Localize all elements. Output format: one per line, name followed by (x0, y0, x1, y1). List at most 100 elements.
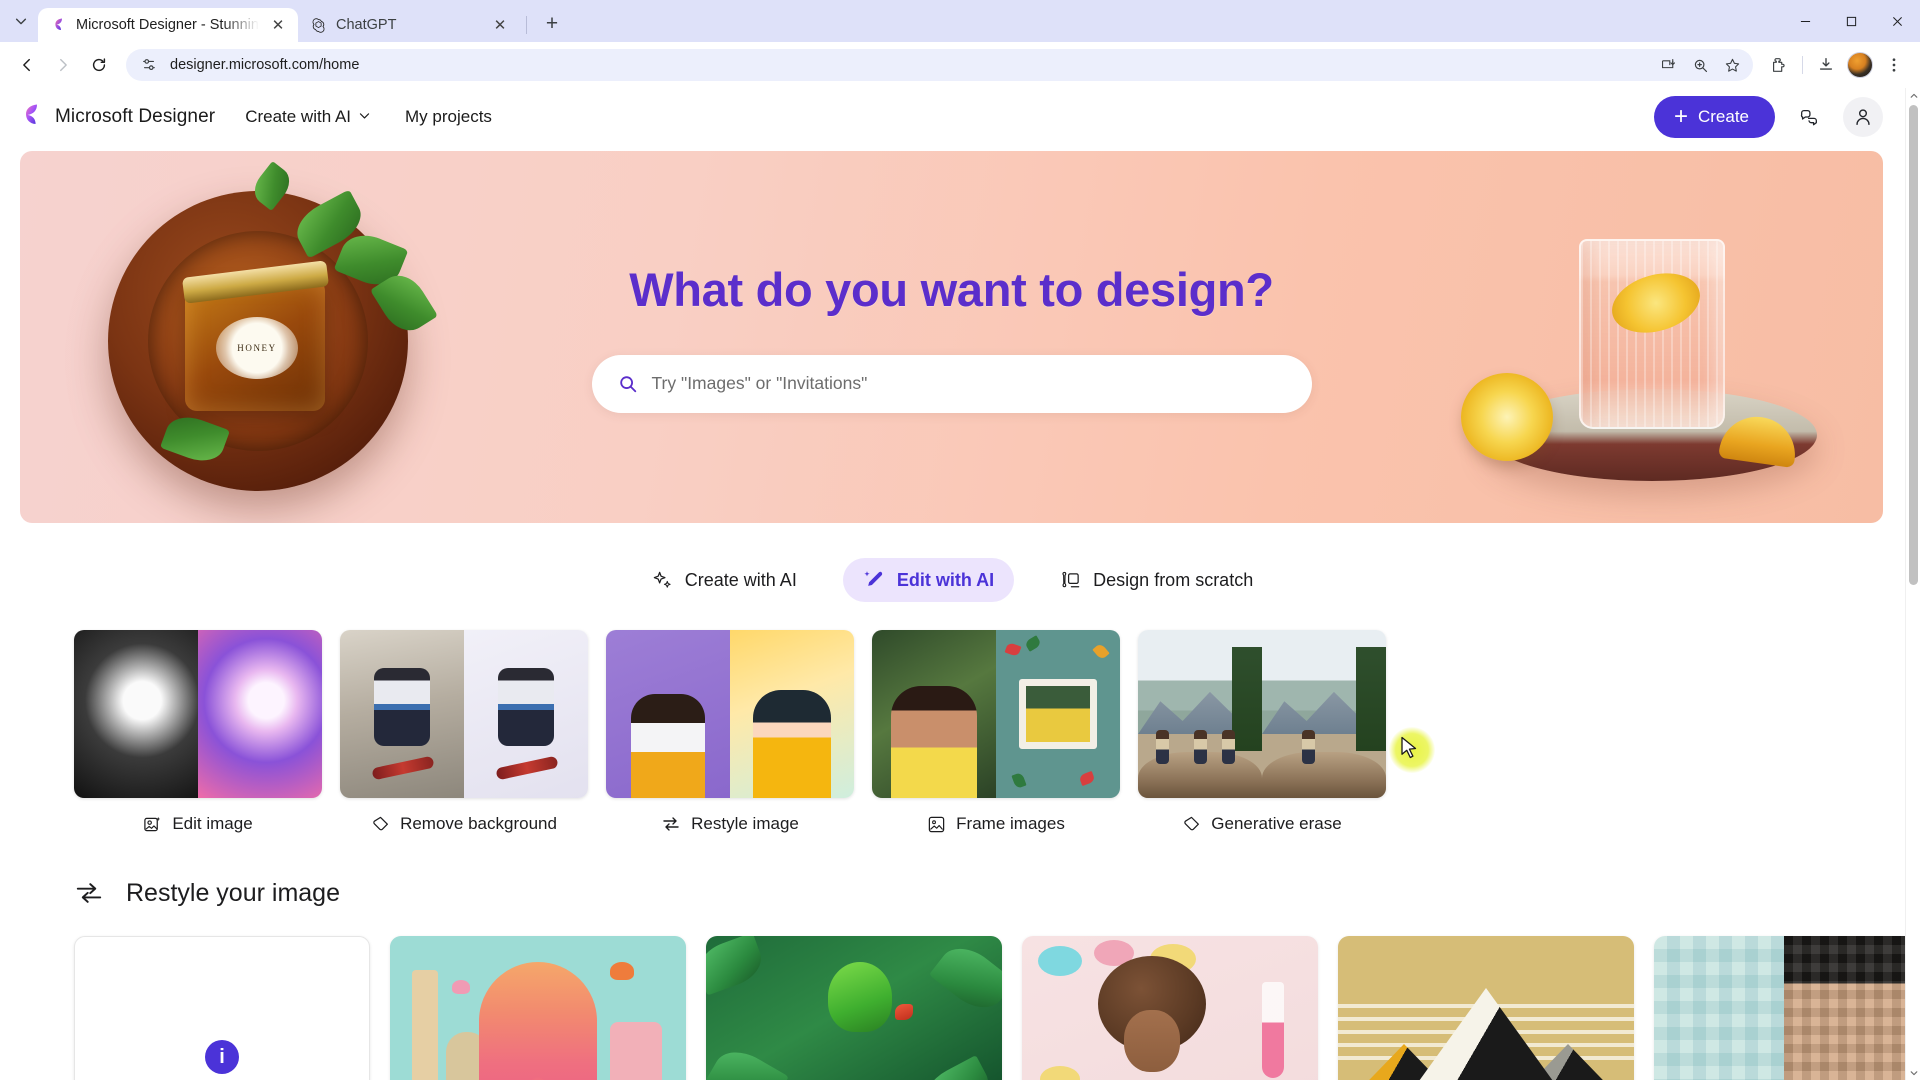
nav-label: Create with AI (245, 107, 352, 126)
leaf-decor (1011, 772, 1027, 789)
tune-site-settings-icon[interactable] (138, 54, 160, 76)
reload-button[interactable] (82, 48, 116, 82)
scrollbar-thumb[interactable] (1909, 105, 1918, 585)
pixel-grid-overlay (1784, 936, 1905, 1080)
scroll-down-arrow[interactable] (1906, 1065, 1920, 1080)
tool-label-row: Restyle image (606, 814, 854, 834)
tool-label-row: Edit image (74, 814, 322, 834)
picture-frame-icon (927, 815, 946, 834)
leaf-decor (1004, 641, 1022, 658)
omnibox-actions (1653, 50, 1747, 80)
tab-close-icon[interactable]: ✕ (490, 15, 510, 35)
lemonade-glass (1579, 239, 1725, 429)
tool-thumbnail (872, 630, 1120, 798)
tab-label: Edit with AI (896, 569, 995, 590)
page-title: What do you want to design? (629, 262, 1274, 316)
hikers-after (1262, 630, 1386, 798)
extensions-puzzle-icon[interactable] (1763, 49, 1795, 81)
tool-label-row: Generative erase (1138, 814, 1386, 834)
tool-card-remove-background[interactable]: Remove background (340, 630, 588, 834)
tool-card-generative-erase[interactable]: Generative erase (1138, 630, 1386, 834)
browser-tab-designer[interactable]: Microsoft Designer - Stunning d ✕ (38, 8, 298, 42)
tab-create-with-ai[interactable]: Create with AI (632, 559, 817, 602)
designer-page: Microsoft Designer Create with AI My pro… (0, 88, 1905, 1080)
tool-card-frame-images[interactable]: Frame images (872, 630, 1120, 834)
page-scrollbar[interactable] (1905, 88, 1920, 1080)
feedback-chat-icon[interactable] (1789, 97, 1829, 137)
tool-label: Remove background (400, 814, 557, 833)
girl-3d-figure (753, 690, 831, 798)
hero-right-artwork-lemonade (1413, 151, 1883, 523)
tab-label: Design from scratch (1093, 569, 1254, 590)
penguin-after (198, 630, 322, 798)
page-viewport: Microsoft Designer Create with AI My pro… (0, 88, 1920, 1080)
new-tab-button[interactable]: + (537, 9, 567, 39)
parrot (827, 962, 892, 1033)
hiker-figure (1302, 730, 1315, 764)
scroll-up-arrow[interactable] (1906, 88, 1920, 103)
back-button[interactable] (10, 48, 44, 82)
brand-name: Microsoft Designer (55, 106, 216, 127)
tool-thumbnail (1138, 630, 1386, 798)
minimize-button[interactable] (1782, 0, 1828, 42)
tab-edit-with-ai[interactable]: Edit with AI (842, 558, 1015, 602)
browser-toolbar: designer.microsoft.com/home (0, 42, 1920, 88)
girl-photo-before (606, 630, 730, 798)
designer-logo-icon (50, 17, 67, 34)
address-bar[interactable]: designer.microsoft.com/home (126, 49, 1753, 81)
account-person-icon[interactable] (1843, 97, 1883, 137)
tool-card-edit-image[interactable]: Edit image (74, 630, 322, 834)
downloads-icon[interactable] (1810, 49, 1842, 81)
url-text: designer.microsoft.com/home (170, 57, 360, 73)
bookmark-star-icon[interactable] (1717, 50, 1747, 80)
chevron-down-icon (358, 107, 371, 127)
pixel-background (1654, 936, 1785, 1080)
hero-content: What do you want to design? Try "Images"… (591, 262, 1312, 413)
zoom-search-icon[interactable] (1685, 50, 1715, 80)
style-card-pixel-art[interactable] (1654, 936, 1905, 1080)
pixel-portrait (1784, 936, 1905, 1080)
brand-logo[interactable]: Microsoft Designer (18, 102, 223, 133)
install-app-icon[interactable] (1653, 50, 1683, 80)
profile-avatar-icon[interactable] (1844, 49, 1876, 81)
treeline (1356, 646, 1386, 751)
sparkle-icon (652, 570, 673, 591)
search-icon (618, 374, 638, 394)
nav-my-projects[interactable]: My projects (393, 100, 504, 134)
style-card-3d-render[interactable] (1022, 936, 1318, 1080)
tab-close-icon[interactable]: ✕ (268, 15, 288, 35)
tool-label: Generative erase (1211, 814, 1342, 833)
decor-blob (1040, 1066, 1080, 1080)
design-search-input[interactable]: Try "Images" or "Invitations" (591, 354, 1312, 413)
palm-leaf (917, 1055, 997, 1080)
palm-leaf (928, 936, 1002, 1020)
nav-label: My projects (405, 107, 492, 126)
tool-card-restyle-image[interactable]: Restyle image (606, 630, 854, 834)
portrait-before (872, 630, 996, 798)
style-card-paper-art[interactable] (390, 936, 686, 1080)
skater-figure (374, 668, 430, 747)
maximize-button[interactable] (1828, 0, 1874, 42)
skateboard (371, 756, 435, 781)
palm-leaf (706, 1041, 789, 1080)
search-placeholder: Try "Images" or "Invitations" (651, 373, 868, 393)
three-dot-menu-icon[interactable] (1878, 49, 1910, 81)
butterfly-decor (610, 962, 634, 980)
browser-tab-chatgpt[interactable]: ChatGPT ✕ (298, 8, 520, 42)
style-card-tropical-parrot[interactable] (706, 936, 1002, 1080)
tab-design-from-scratch[interactable]: Design from scratch (1040, 559, 1273, 602)
hiker-figure (1222, 730, 1235, 764)
girl-3d-after (730, 630, 854, 798)
create-button[interactable]: + Create (1653, 96, 1775, 138)
portrait-figure (891, 686, 977, 798)
tab-search-chevron-icon[interactable] (4, 4, 38, 38)
close-window-button[interactable] (1874, 0, 1920, 42)
style-card-vector-mountain[interactable] (1338, 936, 1634, 1080)
app-header: Microsoft Designer Create with AI My pro… (0, 88, 1905, 146)
toolbar-divider (1802, 56, 1803, 74)
tool-label-row: Frame images (872, 814, 1120, 834)
forward-button[interactable] (46, 48, 80, 82)
hiker-figure (1156, 730, 1169, 764)
upload-image-card[interactable]: i (74, 936, 370, 1080)
nav-create-with-ai[interactable]: Create with AI (233, 100, 383, 134)
